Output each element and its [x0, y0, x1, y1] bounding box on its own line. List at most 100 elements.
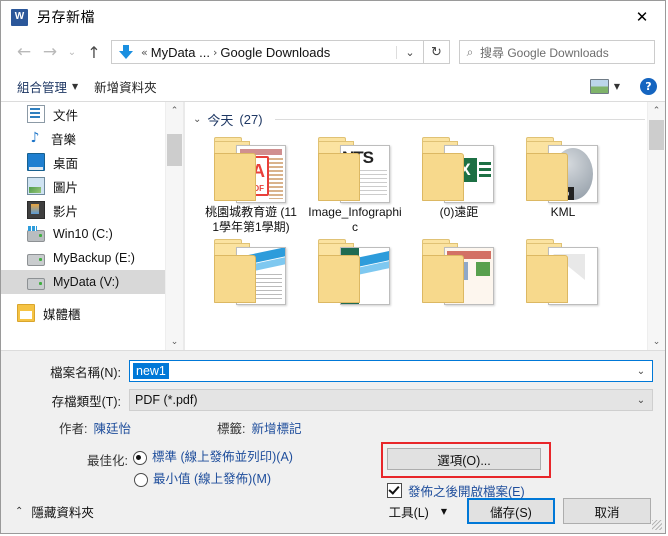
hide-folders-button[interactable]: ⌃ 隱藏資料夾 — [15, 502, 94, 521]
file-item[interactable]: NTS Image_Infographic — [305, 135, 405, 235]
sidebar-scroll-down-icon[interactable]: ⌄ — [166, 333, 183, 350]
breadcrumb-dropdown-icon[interactable]: ⌄ — [396, 45, 423, 59]
refresh-icon[interactable]: ↻ — [424, 40, 450, 64]
up-button[interactable]: ↑ — [81, 39, 107, 65]
file-scroll-thumb[interactable] — [649, 120, 664, 150]
radio-minimum[interactable] — [134, 473, 148, 487]
optimize-minimum-row[interactable]: 最小值 (線上發佈)(M) — [87, 471, 371, 487]
document-icon — [27, 105, 45, 123]
navigation-pane: 文件 ♪ 音樂 桌面 圖片 影片 Win10 (C:) MyBackup (E:… — [1, 102, 183, 350]
sidebar-item-label: 文件 — [53, 108, 79, 123]
folder-thumbnail: PDF — [214, 135, 288, 203]
optimize-standard-row[interactable]: 最佳化: 標準 (線上發佈並列印)(A) — [87, 449, 371, 469]
tags-label: 標籤: — [217, 422, 246, 436]
file-item[interactable]: PDF 桃園城教育遊 (111學年第1學期) — [201, 135, 301, 235]
change-view-button[interactable]: ▼ — [582, 78, 628, 94]
sidebar-item-music[interactable]: ♪ 音樂 — [1, 126, 183, 150]
filename-dropdown-icon[interactable]: ⌄ — [630, 366, 652, 377]
sidebar-item-label: 圖片 — [53, 180, 79, 195]
filetype-dropdown-icon[interactable]: ⌄ — [630, 395, 652, 406]
file-group-header[interactable]: ⌄ 今天 (27) — [185, 102, 665, 131]
sidebar-item-pictures[interactable]: 圖片 — [1, 174, 183, 198]
desktop-icon — [27, 153, 45, 171]
folder-thumbnail — [422, 237, 496, 305]
open-after-publish-checkbox[interactable] — [387, 483, 402, 498]
file-grid-row-1: PDF 桃園城教育遊 (111學年第1學期) NTS Image_Infogra… — [185, 131, 665, 235]
group-collapse-icon[interactable]: ⌄ — [193, 114, 201, 125]
search-input[interactable]: ⌕ 搜尋 Google Downloads — [459, 40, 655, 64]
filename-value[interactable]: new1 — [133, 363, 169, 379]
forward-button[interactable]: → — [37, 39, 63, 65]
resize-grip[interactable] — [652, 520, 662, 530]
save-form: 檔案名稱(N): new1 ⌄ 存檔類型(T): PDF (*.pdf) ⌄ 作… — [1, 350, 665, 499]
sidebar-item-mydata-v[interactable]: MyData (V:) — [1, 270, 183, 294]
close-icon[interactable]: ✕ — [619, 2, 665, 33]
file-item[interactable]: X (0)遠距 — [409, 135, 509, 235]
hide-folders-label: 隱藏資料夾 — [31, 505, 94, 520]
group-title: 今天 — [207, 113, 234, 128]
sidebar-item-label: Win10 (C:) — [53, 227, 113, 241]
tools-button[interactable]: 工具(L) ▼ — [389, 502, 447, 521]
folder-thumbnail — [318, 237, 392, 305]
file-item[interactable] — [409, 237, 509, 305]
file-item[interactable] — [513, 237, 613, 305]
filetype-select[interactable]: PDF (*.pdf) ⌄ — [129, 389, 653, 411]
sidebar-item-mybackup-e[interactable]: MyBackup (E:) — [1, 246, 183, 270]
breadcrumb-current[interactable]: Google Downloads — [220, 45, 330, 60]
file-scroll-up-icon[interactable]: ⌃ — [648, 102, 665, 119]
drive-icon — [27, 277, 45, 290]
file-scroll-down-icon[interactable]: ⌄ — [648, 333, 665, 350]
breadcrumb-overflow[interactable]: « — [138, 46, 151, 59]
sidebar-item-label: 媒體櫃 — [43, 307, 81, 322]
file-list-pane[interactable]: ⌄ 今天 (27) PDF 桃園城教育遊 (111學年第1學期) — [185, 102, 665, 350]
sidebar-scroll-up-icon[interactable]: ⌃ — [166, 102, 183, 119]
recent-locations-button[interactable]: ⌄ — [63, 39, 81, 65]
tools-label: 工具(L) — [388, 505, 429, 520]
help-icon[interactable]: ? — [640, 77, 657, 95]
breadcrumb-separator: › — [212, 45, 218, 59]
breadcrumb-root[interactable]: MyData ... — [151, 45, 210, 60]
filename-label: 檔案名稱(N): — [50, 365, 121, 380]
filename-row: 檔案名稱(N): new1 ⌄ — [1, 359, 665, 383]
open-after-publish-label: 發佈之後開啟檔案(E) — [408, 485, 525, 499]
radio-standard[interactable] — [132, 451, 147, 465]
search-icon: ⌕ — [466, 44, 474, 59]
title-bar: W 另存新檔 ✕ — [1, 1, 665, 33]
save-button[interactable]: 儲存(S) — [467, 498, 555, 524]
back-button[interactable]: ← — [11, 39, 37, 65]
sidebar-item-label: 桌面 — [53, 156, 79, 171]
window-title: 另存新檔 — [37, 9, 95, 25]
sidebar-scroll-thumb[interactable] — [167, 134, 182, 166]
word-app-icon: W — [11, 8, 28, 26]
file-item[interactable] — [305, 237, 405, 305]
sidebar-item-libraries[interactable]: 媒體櫃 — [1, 301, 183, 325]
sidebar-item-label: 音樂 — [51, 132, 77, 147]
navigation-bar: ← → ⌄ ↑ « MyData ... › Google Downloads … — [1, 33, 665, 71]
folder-thumbnail: X — [422, 135, 496, 203]
new-folder-button[interactable]: 新增資料夾 — [86, 77, 165, 96]
drive-icon — [27, 253, 45, 266]
file-item[interactable] — [201, 237, 301, 305]
sidebar-item-win10-c[interactable]: Win10 (C:) — [1, 222, 183, 246]
dialog-footer: ⌃ 隱藏資料夾 工具(L) ▼ 儲存(S) 取消 — [1, 489, 665, 533]
filename-input[interactable]: new1 ⌄ — [129, 360, 653, 382]
breadcrumb[interactable]: « MyData ... › Google Downloads ⌄ — [111, 40, 424, 64]
organize-button[interactable]: 組合管理 ▼ — [9, 77, 86, 96]
drive-icon — [27, 225, 45, 242]
file-list-scrollbar[interactable]: ⌃ ⌄ — [647, 102, 665, 350]
tags-value[interactable]: 新增標記 — [251, 418, 301, 437]
sidebar-item-videos[interactable]: 影片 — [1, 198, 183, 222]
file-item[interactable]: Pro KML — [513, 135, 613, 235]
command-toolbar: 組合管理 ▼ 新增資料夾 ▼ ? — [1, 71, 665, 102]
sidebar-item-documents[interactable]: 文件 — [1, 102, 183, 126]
optimize-group: 最佳化: 標準 (線上發佈並列印)(A) 最小值 (線上發佈)(M) — [1, 449, 371, 489]
author-value[interactable]: 陳廷怡 — [93, 418, 131, 437]
sidebar-item-label: MyBackup (E:) — [53, 251, 135, 265]
sidebar-item-desktop[interactable]: 桌面 — [1, 150, 183, 174]
open-after-publish-row[interactable]: 發佈之後開啟檔案(E) — [387, 481, 525, 500]
chevron-up-icon: ⌃ — [15, 505, 24, 517]
dialog-body: 文件 ♪ 音樂 桌面 圖片 影片 Win10 (C:) MyBackup (E:… — [1, 102, 665, 350]
cancel-button[interactable]: 取消 — [563, 498, 651, 524]
options-button[interactable]: 選項(O)... — [387, 448, 541, 470]
sidebar-scrollbar[interactable]: ⌃ ⌄ — [165, 102, 183, 350]
